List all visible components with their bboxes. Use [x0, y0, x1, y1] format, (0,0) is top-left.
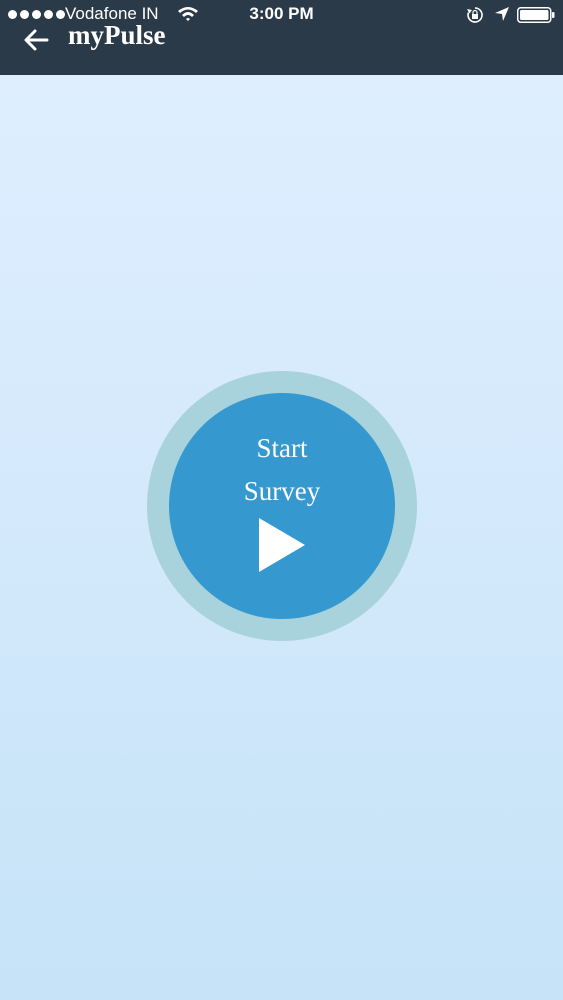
start-survey-label: Start Survey — [169, 427, 395, 513]
page-title: myPulse — [68, 20, 166, 50]
play-icon — [259, 518, 305, 572]
app-screen: Vodafone IN 3:00 PM myPulse Start Survey — [0, 0, 563, 1000]
start-survey-button[interactable]: Start Survey — [169, 393, 395, 619]
start-survey-label-line2: Survey — [243, 476, 321, 506]
arrow-left-icon — [24, 29, 49, 51]
nav-bar: myPulse — [0, 18, 563, 58]
top-bar: Vodafone IN 3:00 PM myPulse — [0, 0, 563, 75]
back-button[interactable] — [18, 22, 54, 58]
start-survey-label-line1: Start — [256, 433, 308, 463]
